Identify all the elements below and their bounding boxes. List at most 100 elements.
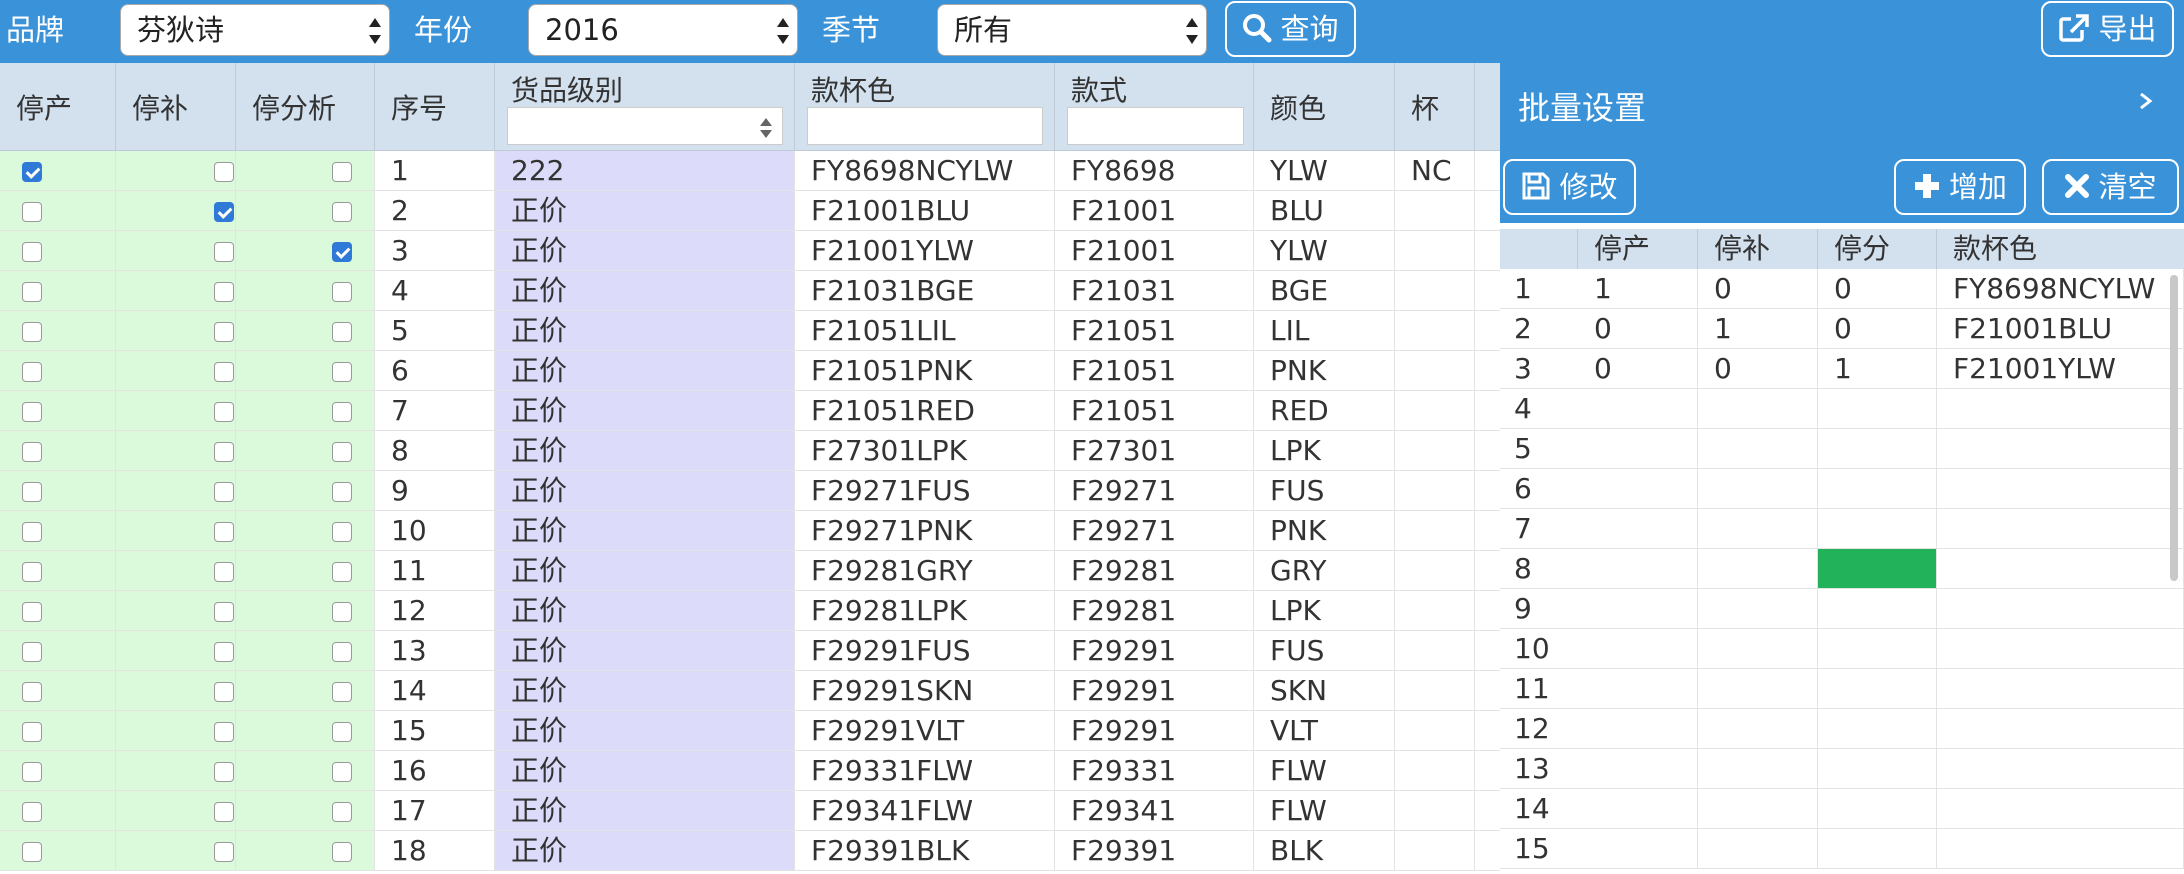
table-row[interactable]: 9 正价 F29271FUS F29271 FUS [0, 471, 1500, 511]
stop-analysis-checkbox[interactable] [332, 522, 352, 542]
panel-stop-prod-cell[interactable] [1578, 709, 1698, 749]
stop-prod-cell[interactable] [0, 591, 116, 631]
stop-prod-checkbox[interactable] [22, 642, 42, 662]
col-header-color[interactable]: 颜色 [1254, 63, 1395, 151]
stop-prod-cell[interactable] [0, 671, 116, 711]
stop-fill-checkbox[interactable] [214, 682, 234, 702]
stop-analysis-cell[interactable] [236, 711, 375, 751]
stop-prod-cell[interactable] [0, 471, 116, 511]
panel-table-row[interactable]: 3 0 0 1 F21001YLW [1500, 349, 2184, 389]
col-header-sku[interactable]: 款杯色 [795, 63, 1055, 151]
stop-prod-cell[interactable] [0, 391, 116, 431]
col-header-stop-analysis[interactable]: 停分析 [236, 63, 375, 151]
grade-filter-select[interactable] [507, 107, 783, 145]
stop-analysis-cell[interactable] [236, 751, 375, 791]
col-header-cup[interactable]: 杯 [1395, 63, 1475, 151]
panel-table-row[interactable]: 6 [1500, 469, 2184, 509]
stop-fill-checkbox[interactable] [214, 162, 234, 182]
stop-analysis-checkbox[interactable] [332, 602, 352, 622]
table-row[interactable]: 13 正价 F29291FUS F29291 FUS [0, 631, 1500, 671]
panel-table-row[interactable]: 10 [1500, 629, 2184, 669]
table-row[interactable]: 2 正价 F21001BLU F21001 BLU [0, 191, 1500, 231]
stop-fill-checkbox[interactable] [214, 762, 234, 782]
panel-stop-analysis-cell[interactable] [1818, 829, 1937, 869]
stop-prod-checkbox[interactable] [22, 162, 42, 182]
panel-stop-fill-cell[interactable] [1698, 749, 1818, 789]
stop-analysis-checkbox[interactable] [332, 282, 352, 302]
panel-table-row[interactable]: 13 [1500, 749, 2184, 789]
stop-analysis-cell[interactable] [236, 671, 375, 711]
table-row[interactable]: 16 正价 F29331FLW F29331 FLW [0, 751, 1500, 791]
stop-prod-checkbox[interactable] [22, 202, 42, 222]
panel-stop-analysis-cell[interactable] [1818, 429, 1937, 469]
stop-prod-cell[interactable] [0, 831, 116, 871]
stop-fill-checkbox[interactable] [214, 802, 234, 822]
stop-prod-cell[interactable] [0, 351, 116, 391]
panel-stop-fill-cell[interactable] [1698, 629, 1818, 669]
panel-stop-prod-cell[interactable] [1578, 829, 1698, 869]
stop-fill-checkbox[interactable] [214, 442, 234, 462]
stop-prod-cell[interactable] [0, 631, 116, 671]
table-row[interactable]: 5 正价 F21051LIL F21051 LIL [0, 311, 1500, 351]
table-row[interactable]: 17 正价 F29341FLW F29341 FLW [0, 791, 1500, 831]
panel-sku-cell[interactable] [1937, 429, 2184, 469]
panel-stop-prod-cell[interactable]: 0 [1578, 349, 1698, 389]
panel-stop-analysis-cell[interactable]: 0 [1818, 309, 1937, 349]
stop-prod-cell[interactable] [0, 311, 116, 351]
panel-col-header-stop-analysis[interactable]: 停分 [1818, 229, 1937, 269]
col-header-grade[interactable]: 货品级别 [495, 63, 795, 151]
stop-fill-cell[interactable] [116, 831, 236, 871]
panel-stop-prod-cell[interactable] [1578, 429, 1698, 469]
panel-sku-cell[interactable]: F21001BLU [1937, 309, 2184, 349]
stop-analysis-checkbox[interactable] [332, 682, 352, 702]
stop-analysis-cell[interactable] [236, 631, 375, 671]
panel-stop-prod-cell[interactable] [1578, 589, 1698, 629]
stop-prod-checkbox[interactable] [22, 522, 42, 542]
panel-stop-prod-cell[interactable] [1578, 549, 1698, 589]
panel-col-header-stop-fill[interactable]: 停补 [1698, 229, 1818, 269]
stop-analysis-cell[interactable] [236, 191, 375, 231]
panel-stop-fill-cell[interactable] [1698, 549, 1818, 589]
stop-fill-cell[interactable] [116, 551, 236, 591]
stop-analysis-checkbox[interactable] [332, 402, 352, 422]
table-row[interactable]: 10 正价 F29271PNK F29271 PNK [0, 511, 1500, 551]
stop-prod-cell[interactable] [0, 791, 116, 831]
stop-fill-cell[interactable] [116, 391, 236, 431]
year-select[interactable]: 2016 [528, 4, 798, 56]
stop-analysis-cell[interactable] [236, 591, 375, 631]
table-row[interactable]: 7 正价 F21051RED F21051 RED [0, 391, 1500, 431]
stop-fill-cell[interactable] [116, 671, 236, 711]
export-button[interactable]: 导出 [2041, 1, 2174, 57]
panel-stop-prod-cell[interactable] [1578, 509, 1698, 549]
table-row[interactable]: 4 正价 F21031BGE F21031 BGE [0, 271, 1500, 311]
stop-fill-checkbox[interactable] [214, 242, 234, 262]
stop-analysis-checkbox[interactable] [332, 802, 352, 822]
sku-filter-input[interactable] [807, 107, 1043, 145]
stop-prod-cell[interactable] [0, 551, 116, 591]
panel-sku-cell[interactable]: FY8698NCYLW [1937, 269, 2184, 309]
stop-analysis-checkbox[interactable] [332, 162, 352, 182]
stop-analysis-cell[interactable] [236, 471, 375, 511]
stop-prod-checkbox[interactable] [22, 562, 42, 582]
stop-fill-cell[interactable] [116, 791, 236, 831]
col-header-seq[interactable]: 序号 [375, 63, 495, 151]
stop-analysis-cell[interactable] [236, 311, 375, 351]
stop-analysis-cell[interactable] [236, 431, 375, 471]
panel-stop-fill-cell[interactable] [1698, 469, 1818, 509]
panel-stop-fill-cell[interactable]: 0 [1698, 269, 1818, 309]
panel-stop-prod-cell[interactable] [1578, 629, 1698, 669]
panel-table-row[interactable]: 8 [1500, 549, 2184, 589]
stop-prod-cell[interactable] [0, 231, 116, 271]
table-row[interactable]: 8 正价 F27301LPK F27301 LPK [0, 431, 1500, 471]
style-filter-input[interactable] [1067, 107, 1244, 145]
stop-fill-cell[interactable] [116, 631, 236, 671]
stop-analysis-cell[interactable] [236, 391, 375, 431]
panel-table-row[interactable]: 7 [1500, 509, 2184, 549]
stop-prod-cell[interactable] [0, 271, 116, 311]
panel-stop-analysis-cell[interactable] [1818, 389, 1937, 429]
panel-table-row[interactable]: 15 [1500, 829, 2184, 869]
panel-sku-cell[interactable] [1937, 589, 2184, 629]
panel-stop-analysis-cell[interactable] [1818, 469, 1937, 509]
stop-fill-checkbox[interactable] [214, 482, 234, 502]
panel-stop-analysis-cell[interactable] [1818, 509, 1937, 549]
